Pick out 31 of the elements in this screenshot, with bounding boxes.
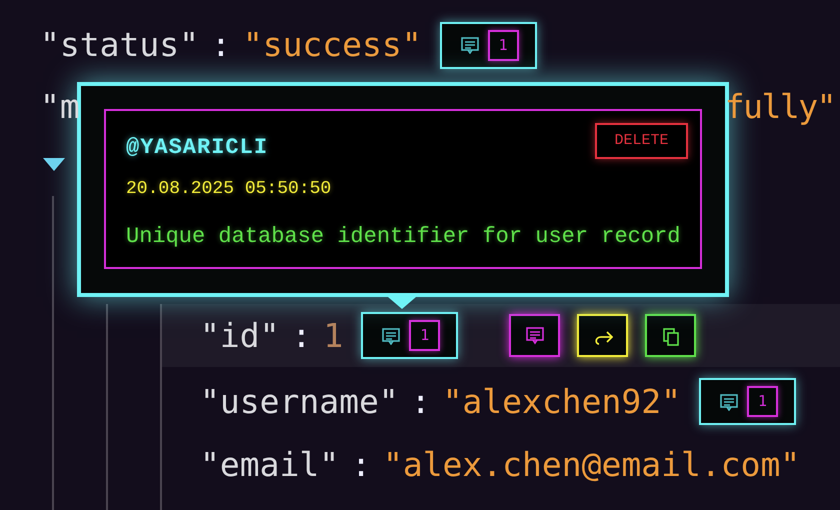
colon: : <box>291 314 312 357</box>
comment-button[interactable] <box>509 314 560 357</box>
comment-badge[interactable]: 1 <box>698 378 796 425</box>
copy-icon <box>660 326 681 346</box>
colon: : <box>410 380 431 423</box>
expand-toggle[interactable] <box>43 158 65 171</box>
colon: : <box>210 24 231 66</box>
comment-badge[interactable]: 1 <box>361 312 458 359</box>
comment-author: @YASARICLI <box>126 134 268 162</box>
comment-count: 1 <box>488 30 519 60</box>
delete-button[interactable]: DELETE <box>595 123 688 159</box>
copy-button[interactable] <box>645 314 696 357</box>
comment-count: 1 <box>746 386 778 417</box>
json-value: "alexchen92" <box>442 380 681 423</box>
json-key: "username" <box>200 376 399 426</box>
comment-icon <box>718 392 739 410</box>
comment-count: 1 <box>409 320 440 351</box>
comment-text: Unique database identifier for user record <box>126 223 680 251</box>
comment-badge[interactable]: 1 <box>440 22 537 68</box>
json-key: "email" <box>200 440 340 490</box>
json-value: 1 <box>323 314 344 357</box>
comment-icon <box>381 326 402 344</box>
json-key: "id" <box>200 310 280 360</box>
colon: : <box>351 444 371 486</box>
comment-icon <box>460 36 480 54</box>
comment-icon <box>524 326 545 346</box>
json-value: "alex.chen@email.com" <box>382 444 800 486</box>
share-button[interactable] <box>577 314 628 357</box>
json-key: "status" <box>40 20 199 70</box>
json-value: "success" <box>242 24 422 66</box>
comment-timestamp: 20.08.2025 05:50:50 <box>126 178 332 201</box>
